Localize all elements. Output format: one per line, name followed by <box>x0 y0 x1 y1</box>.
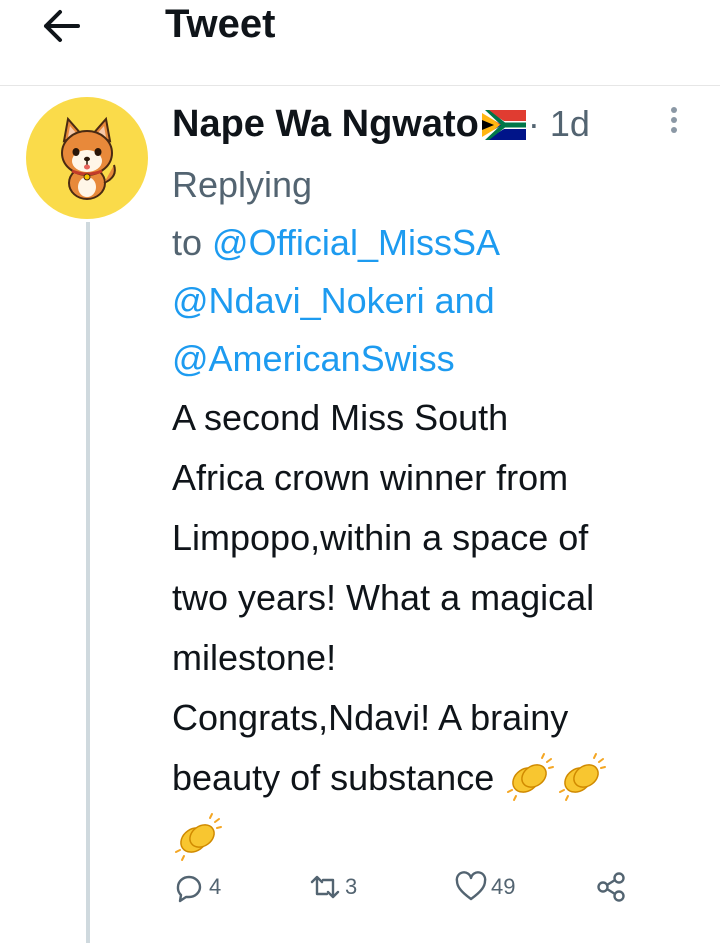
south-africa-flag-icon <box>481 110 526 140</box>
mention-official-misssa[interactable]: @Official_MissSA <box>212 222 500 263</box>
replying-to: Replying to @Official_MissSA @Ndavi_Noke… <box>172 156 652 388</box>
arrow-left-icon <box>44 10 80 42</box>
share-button[interactable] <box>594 860 628 914</box>
more-options-button[interactable] <box>664 100 684 140</box>
mention-americanswiss[interactable]: @AmericanSwiss <box>172 338 455 379</box>
clapping-hands-icon <box>556 750 608 802</box>
avatar[interactable] <box>26 97 148 219</box>
reply-button[interactable]: 4 <box>172 860 221 914</box>
tweet-text-line: beauty of substance <box>172 757 505 798</box>
author-name[interactable]: Nape Wa Ngwato <box>172 102 479 146</box>
tweet-timestamp[interactable]: 1d <box>550 102 590 146</box>
tweet-text-line: two years! What a magical <box>172 577 595 618</box>
tweet-header: Nape Wa Ngwato · 1d <box>172 102 590 146</box>
thread-line <box>86 222 90 943</box>
retweet-icon <box>310 875 340 899</box>
clapping-hands-icon <box>504 750 556 802</box>
reply-icon <box>176 875 202 903</box>
and-label: and <box>424 280 495 321</box>
share-icon <box>597 872 625 902</box>
reply-count: 4 <box>209 874 222 899</box>
heart-icon <box>455 871 487 901</box>
page-title: Tweet <box>165 2 276 46</box>
clapping-hands-icon <box>172 810 224 862</box>
tweet-text-line: milestone! <box>172 637 337 678</box>
retweet-count: 3 <box>345 874 358 899</box>
like-count: 49 <box>491 874 516 899</box>
vertical-dots-icon <box>671 107 677 133</box>
tweet-text-line: Congrats,Ndavi! A brainy <box>172 697 569 738</box>
tweet-actions: 4 3 49 <box>172 860 692 914</box>
retweet-button[interactable]: 3 <box>308 860 357 914</box>
to-label: to <box>172 222 213 263</box>
tweet-separator: · <box>527 103 540 144</box>
top-bar: Tweet <box>0 0 720 86</box>
tweet-text-line: Africa crown winner from <box>172 457 569 498</box>
shiba-dog-icon <box>61 116 116 200</box>
mention-ndavi-nokeri[interactable]: @Ndavi_Nokeri <box>172 280 425 321</box>
back-button[interactable] <box>38 6 84 46</box>
replying-label: Replying <box>172 164 313 205</box>
like-button[interactable]: 49 <box>454 860 515 914</box>
tweet-text-line: Limpopo,within a space of <box>172 517 589 558</box>
tweet-text: A second Miss South Africa crown winner … <box>172 388 692 868</box>
tweet-text-line: A second Miss South <box>172 397 509 438</box>
